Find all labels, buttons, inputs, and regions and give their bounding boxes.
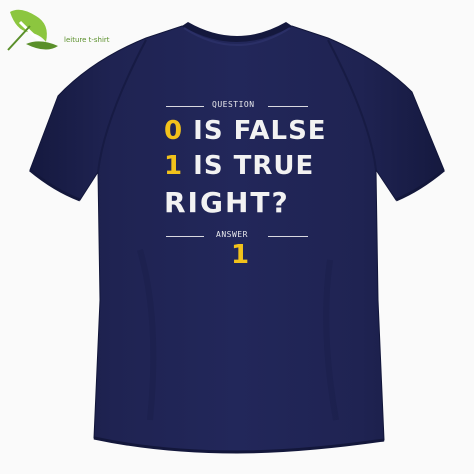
digit-zero: 0: [164, 116, 184, 146]
line-zero-is-false: 0 IS FALSE: [164, 116, 327, 146]
divider-right: [268, 106, 308, 107]
right-question: RIGHT?: [164, 186, 290, 219]
leaf-logo-icon: [7, 9, 58, 52]
divider-left: [166, 106, 204, 107]
answer-label: ANSWER: [216, 230, 248, 239]
divider-left-2: [166, 236, 204, 237]
question-label: QUESTION: [212, 100, 255, 109]
answer-value: 1: [231, 240, 250, 270]
is-true-text: IS TRUE: [183, 151, 315, 181]
brand-logo: leiture t-shirt: [6, 4, 126, 56]
divider-right-2: [268, 236, 308, 237]
line-one-is-true: 1 IS TRUE: [164, 151, 314, 181]
is-false-text: IS FALSE: [183, 116, 327, 146]
product-photo: leiture t-shirt QUESTION 0 IS FALSE 1 IS…: [0, 0, 474, 474]
logo-text: leiture t-shirt: [64, 36, 110, 44]
shirt-print: QUESTION 0 IS FALSE 1 IS TRUE RIGHT? ANS…: [160, 98, 326, 278]
digit-one: 1: [164, 151, 184, 181]
